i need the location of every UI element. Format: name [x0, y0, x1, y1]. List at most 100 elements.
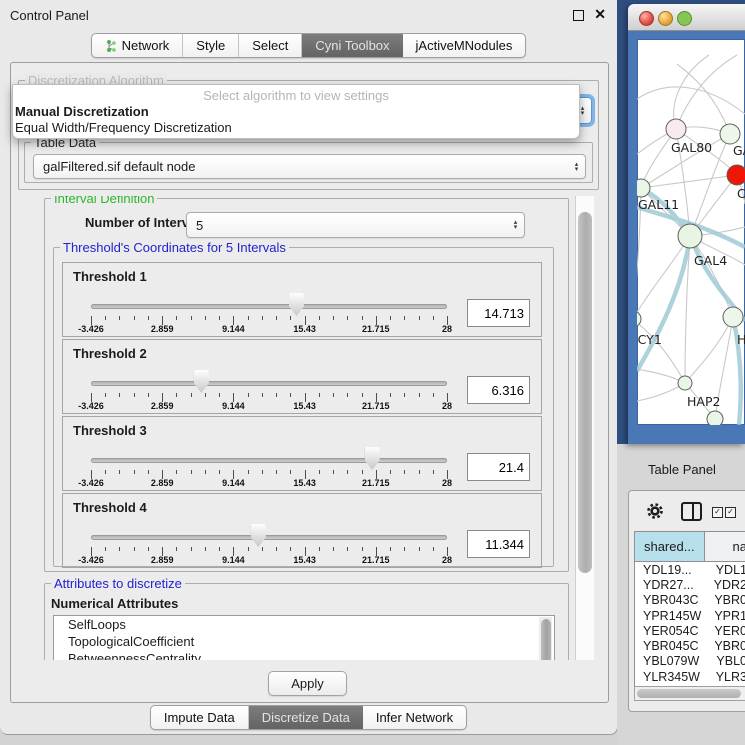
network-node[interactable] [727, 165, 745, 185]
network-node[interactable] [678, 224, 702, 248]
network-node[interactable] [678, 376, 692, 390]
table-scrollbar-thumb[interactable] [637, 689, 741, 698]
threshold-3-value-field[interactable] [467, 453, 530, 481]
tab-discretize-data[interactable]: Discretize Data [249, 706, 363, 729]
tab-select[interactable]: Select [239, 34, 302, 57]
table-header-shared-name[interactable]: shared... [635, 532, 705, 561]
table-row[interactable]: YDL19...YDL1 [635, 562, 745, 577]
cyni-vertical-scrollbar[interactable] [575, 196, 594, 660]
tab-jactivemnodules[interactable]: jActiveMNodules [403, 34, 526, 57]
checkbox-icon[interactable]: ✓ [712, 507, 723, 518]
cell-name[interactable]: YER0 [706, 624, 745, 638]
slider-tick-label: 9.144 [222, 555, 245, 565]
slider-thumb[interactable] [194, 370, 209, 393]
table-row[interactable]: YPR145WYPR1 [635, 608, 745, 623]
cell-shared-name[interactable]: YDR27... [635, 578, 706, 592]
cell-name[interactable]: YBL0 [708, 654, 745, 668]
threshold-4-value-field[interactable] [467, 530, 530, 558]
slider-tick-label: 28 [442, 324, 452, 334]
cell-shared-name[interactable]: YER054C [635, 624, 706, 638]
cell-name[interactable]: YPR1 [706, 609, 745, 623]
cell-shared-name[interactable]: YDL19... [635, 563, 708, 577]
numerical-attributes-list[interactable]: SelfLoopsTopologicalCoefficientBetweenne… [53, 615, 555, 660]
tab-style[interactable]: Style [183, 34, 239, 57]
attributes-scrollbar[interactable] [539, 617, 552, 660]
tab-infer-network[interactable]: Infer Network [363, 706, 466, 729]
attribute-list-item[interactable]: TopologicalCoefficient [54, 633, 554, 650]
cell-name[interactable]: YDR2 [706, 578, 745, 592]
minimize-traffic-light-icon[interactable] [658, 11, 673, 26]
close-icon[interactable]: ✕ [594, 6, 606, 23]
slider-tick [419, 316, 420, 320]
cyni-scroll-area: Interval Definition Number of Intervals … [14, 196, 594, 660]
slider-tick-label: 15.43 [293, 555, 316, 565]
network-node[interactable] [707, 411, 723, 425]
table-row[interactable]: YBR043CYBR0 [635, 593, 745, 608]
slider-tick [333, 393, 334, 397]
slider-thumb[interactable] [251, 524, 266, 547]
cell-shared-name[interactable]: YBR045C [635, 639, 706, 653]
table-data-combobox[interactable]: galFiltered.sif default node ▴▾ [33, 154, 586, 179]
threshold-2-slider[interactable]: -3.4262.8599.14415.4321.71528 [91, 340, 447, 413]
threshold-1-value-field[interactable] [467, 299, 530, 327]
table-row[interactable]: YDR27...YDR2 [635, 577, 745, 592]
network-node[interactable] [637, 311, 641, 327]
close-traffic-light-icon[interactable] [639, 11, 654, 26]
slider-tick [205, 316, 206, 320]
network-node[interactable] [666, 119, 686, 139]
slider-thumb[interactable] [365, 447, 380, 470]
popup-option-manual-discretization[interactable]: Manual Discretization [15, 104, 149, 119]
checkbox-icon[interactable]: ✓ [725, 507, 736, 518]
cell-shared-name[interactable]: YLR345W [635, 670, 708, 684]
slider-tick [262, 316, 263, 320]
node-table: shared... na YDL19...YDL1YDR27...YDR2YBR… [634, 531, 745, 688]
cyni-scrollbar-thumb[interactable] [578, 212, 592, 573]
table-rows: YDL19...YDL1YDR27...YDR2YBR043CYBR0YPR14… [635, 562, 745, 687]
slider-tick-labels: -3.4262.8599.14415.4321.71528 [91, 478, 447, 489]
network-node[interactable] [723, 307, 743, 327]
slider-tick [205, 547, 206, 551]
bottom-tab-bar: Impute Data Discretize Data Infer Networ… [0, 705, 617, 730]
cell-shared-name[interactable]: YBL079W [635, 654, 708, 668]
threshold-1-slider[interactable]: -3.4262.8599.14415.4321.71528 [91, 263, 447, 336]
number-of-intervals-combobox[interactable]: 5 ▴▾ [186, 212, 525, 238]
apply-button[interactable]: Apply [268, 671, 347, 696]
cell-name[interactable]: YBR0 [706, 593, 745, 607]
thresholds-group: Threshold's Coordinates for 5 Intervals … [53, 247, 554, 567]
table-horizontal-scrollbar[interactable] [634, 686, 745, 701]
threshold-4-slider[interactable]: -3.4262.8599.14415.4321.71528 [91, 494, 447, 567]
table-row[interactable]: YBL079WYBL0 [635, 654, 745, 669]
cell-shared-name[interactable]: YBR043C [635, 593, 706, 607]
slider-thumb[interactable] [289, 293, 304, 316]
tab-network[interactable]: Network [92, 34, 184, 57]
network-node[interactable] [637, 179, 650, 197]
float-window-icon[interactable] [573, 10, 584, 21]
network-node[interactable] [720, 124, 740, 144]
cell-name[interactable]: YDL1 [708, 563, 745, 577]
cell-shared-name[interactable]: YPR145W [635, 609, 706, 623]
table-row[interactable]: YLR345WYLR3 [635, 669, 745, 684]
tab-cyni-toolbox[interactable]: Cyni Toolbox [302, 34, 402, 57]
tab-impute-data[interactable]: Impute Data [151, 706, 249, 729]
cell-name[interactable]: YLR3 [708, 670, 745, 684]
slider-tick [105, 470, 106, 474]
slider-tick [248, 547, 249, 551]
threshold-2-value-field[interactable] [467, 376, 530, 404]
popup-option-equal-width-frequency[interactable]: Equal Width/Frequency Discretization [15, 120, 232, 135]
table-row[interactable]: YBR045CYBR0 [635, 638, 745, 653]
network-canvas[interactable]: GAL80GACGAL11GAL4GCY1HHAP2 [637, 39, 745, 425]
zoom-traffic-light-icon[interactable] [677, 11, 692, 26]
slider-tick [276, 393, 277, 397]
table-header-name[interactable]: na [705, 532, 745, 561]
network-nodes[interactable]: GAL80GACGAL11GAL4GCY1HHAP2 [637, 119, 745, 425]
columns-icon[interactable] [681, 502, 702, 521]
threshold-3-slider[interactable]: -3.4262.8599.14415.4321.71528 [91, 417, 447, 490]
attribute-list-item[interactable]: BetweennessCentrality [54, 650, 554, 660]
cell-name[interactable]: YBR0 [706, 639, 745, 653]
attribute-list-item[interactable]: SelfLoops [54, 616, 554, 633]
table-row[interactable]: YER054CYER0 [635, 623, 745, 638]
control-panel-titlebar: Control Panel ✕ [0, 0, 617, 30]
slider-tick-label: -3.426 [78, 401, 104, 411]
gear-icon[interactable] [645, 501, 665, 526]
attributes-scrollbar-thumb[interactable] [541, 619, 551, 660]
